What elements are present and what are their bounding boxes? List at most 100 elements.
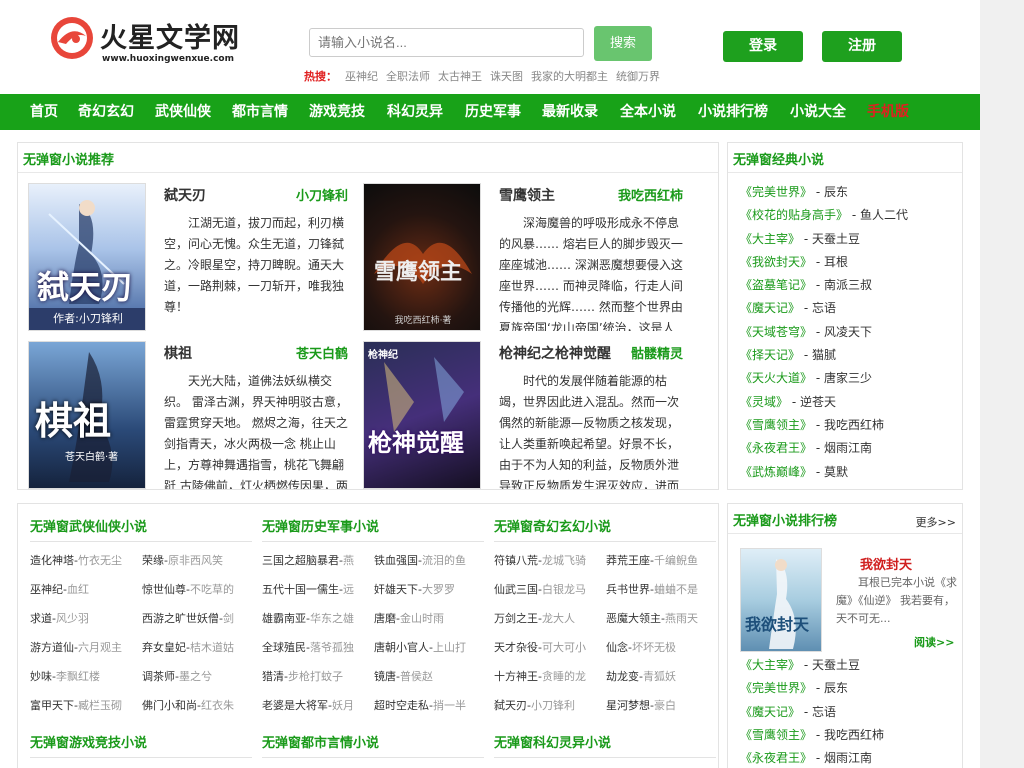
book-cover[interactable]: 棋祖 苍天白鹤·著 [28, 341, 146, 489]
read-link[interactable]: 阅读>> [914, 634, 954, 650]
book-title[interactable]: 雪鹰领主 [499, 185, 555, 205]
list-item[interactable]: 《魔天记》 - 忘语 [740, 297, 962, 320]
nav-item-ranking[interactable]: 小说排行榜 [698, 94, 768, 130]
nav-item-home[interactable]: 首页 [30, 94, 58, 130]
list-item[interactable]: 《天火大道》 - 唐家三少 [740, 367, 962, 390]
list-item[interactable]: 唐朝小官人-上山打 [374, 639, 484, 657]
list-item[interactable]: 求道-风少羽 [30, 610, 138, 628]
list-item[interactable]: 《大主宰》 - 天蚕土豆 [740, 228, 962, 251]
list-item[interactable]: 恶魔大领主-燕雨天 [606, 610, 716, 628]
nav-item-scifi[interactable]: 科幻灵异 [387, 94, 443, 130]
list-item[interactable]: 万剑之王-龙大人 [494, 610, 602, 628]
hot-search-item[interactable]: 太古神王 [438, 70, 482, 83]
list-item[interactable]: 奸雄天下-大罗罗 [374, 581, 484, 599]
list-item[interactable]: 《永夜君王》 - 烟雨江南 [740, 747, 962, 768]
list-item[interactable]: 《盗墓笔记》 - 南派三叔 [740, 274, 962, 297]
list-item[interactable]: 《永夜君王》 - 烟雨江南 [740, 437, 962, 460]
list-item[interactable]: 仙武三国-白银龙马 [494, 581, 602, 599]
book-author[interactable]: 小刀锋利 [296, 185, 348, 204]
list-item[interactable]: 唐磨-金山时雨 [374, 610, 484, 628]
nav-item-mobile[interactable]: 手机版 [867, 94, 909, 130]
list-item[interactable]: 荣缘-原非西风笑 [142, 552, 252, 570]
list-item[interactable]: 莽荒王座-千编鲵鱼 [606, 552, 716, 570]
nav-item-games[interactable]: 游戏竞技 [309, 94, 365, 130]
hot-search-item[interactable]: 全职法师 [386, 70, 430, 83]
list-item[interactable]: 仙念-坏坏无极 [606, 639, 716, 657]
nav-item-wuxia[interactable]: 武侠仙侠 [155, 94, 211, 130]
list-item[interactable]: 《完美世界》 - 辰东 [740, 181, 962, 204]
ranking-top-cover[interactable]: 我欲封天 [740, 548, 822, 652]
list-item[interactable]: 雄霸南亚-华东之雄 [262, 610, 370, 628]
book-title[interactable]: 枪神纪之枪神觉醒 [499, 343, 611, 363]
nav-item-history[interactable]: 历史军事 [465, 94, 521, 130]
list-item[interactable]: 惊世仙尊-不吃草的 [142, 581, 252, 599]
book-card[interactable]: 雪鹰领主 我吃西红柿·著 雪鹰领主 我吃西红柿 深海魔兽的呼吸形成永不停息的风暴… [363, 183, 683, 333]
list-item[interactable]: 镜唐-普侯赵 [374, 668, 484, 686]
list-item[interactable]: 星河梦想-豪白 [606, 697, 716, 715]
list-item[interactable]: 佛门小和尚-红衣朱 [142, 697, 252, 715]
category-block-wuxia: 无弹窗武侠仙侠小说 造化神塔-竹衣无尘 荣缘-原非西风笑 巫神纪-血红 惊世仙尊… [30, 514, 252, 724]
list-item[interactable]: 十方神王-贪睡的龙 [494, 668, 602, 686]
book-cover[interactable]: 雪鹰领主 我吃西红柿·著 [363, 183, 481, 331]
list-item[interactable]: 《魔天记》 - 忘语 [740, 701, 962, 724]
nav-item-urban[interactable]: 都市言情 [232, 94, 288, 130]
list-item[interactable]: 妙味-李飘红楼 [30, 668, 138, 686]
list-item[interactable]: 《天域苍穹》 - 风凌天下 [740, 321, 962, 344]
site-logo[interactable]: 火星文学网 www.huoxingwenxue.com [48, 14, 248, 68]
list-item[interactable]: 符镇八荒-龙城飞骑 [494, 552, 602, 570]
list-item[interactable]: 全球殖民-落爷孤独 [262, 639, 370, 657]
book-card[interactable]: 枪神纪 枪神觉醒 枪神纪之枪神觉醒 骷髅精灵 时代的发展伴随着能源的枯竭，世界因… [363, 341, 683, 491]
list-item[interactable]: 超时空走私-捎一半 [374, 697, 484, 715]
search-input[interactable] [309, 28, 584, 57]
list-item[interactable]: 五代十国一儒生-远 [262, 581, 370, 599]
list-item[interactable]: 《武炼巅峰》 - 莫默 [740, 461, 962, 484]
nav-item-fantasy[interactable]: 奇幻玄幻 [78, 94, 134, 130]
nav-item-all[interactable]: 小说大全 [790, 94, 846, 130]
list-item[interactable]: 三国之超脑暴君-燕 [262, 552, 370, 570]
book-author[interactable]: 苍天白鹤 [296, 343, 348, 362]
list-item[interactable]: 《灵域》 - 逆苍天 [740, 391, 962, 414]
list-item[interactable]: 调茶师-墨之兮 [142, 668, 252, 686]
list-item[interactable]: 《大主宰》 - 天蚕土豆 [740, 654, 962, 677]
list-item[interactable]: 弃女皇妃-桔木道姑 [142, 639, 252, 657]
list-item[interactable]: 《择天记》 - 猫腻 [740, 344, 962, 367]
list-item[interactable]: 老婆是大将军-妖月 [262, 697, 370, 715]
search-button[interactable]: 搜索 [594, 26, 652, 61]
nav-item-complete[interactable]: 全本小说 [620, 94, 676, 130]
book-author[interactable]: 骷髅精灵 [631, 343, 683, 362]
ranking-more-link[interactable]: 更多>> [916, 514, 956, 530]
list-item[interactable]: 猎清-步枪打蚊子 [262, 668, 370, 686]
list-item[interactable]: 《完美世界》 - 辰东 [740, 677, 962, 700]
book-cover[interactable]: 枪神纪 枪神觉醒 [363, 341, 481, 489]
hot-search-item[interactable]: 统御万界 [616, 70, 660, 83]
register-button[interactable]: 注册 [822, 31, 902, 62]
list-item[interactable]: 弑天刃-小刀锋利 [494, 697, 602, 715]
list-item[interactable]: 西游之旷世妖僧-剑 [142, 610, 252, 628]
list-item[interactable]: 游方道仙-六月观主 [30, 639, 138, 657]
book-author[interactable]: 我吃西红柿 [618, 185, 683, 204]
hot-search-item[interactable]: 我家的大明都主 [531, 70, 608, 83]
list-item[interactable]: 造化神塔-竹衣无尘 [30, 552, 138, 570]
window-scrollbar-track[interactable] [980, 0, 1024, 768]
book-title[interactable]: 弑天刃 [164, 185, 206, 205]
book-card[interactable]: 棋祖 苍天白鹤·著 棋祖 苍天白鹤 天光大陆，道佛法妖纵横交织。 雷泽古渊，界天… [28, 341, 348, 491]
list-item[interactable]: 《雪鹰领主》 - 我吃西红柿 [740, 724, 962, 747]
list-item[interactable]: 《我欲封天》 - 耳根 [740, 251, 962, 274]
list-item[interactable]: 富甲天下-臧栏玉砌 [30, 697, 138, 715]
login-button[interactable]: 登录 [723, 31, 803, 62]
list-item[interactable]: 铁血强国-流泪的鱼 [374, 552, 484, 570]
book-cover[interactable]: 弑天刃 作者:小刀锋利 [28, 183, 146, 331]
book-card[interactable]: 弑天刃 作者:小刀锋利 弑天刃 小刀锋利 江湖无道，拔刀而起，利刃横空，问心无愧… [28, 183, 348, 333]
hot-search-item[interactable]: 诛天图 [490, 70, 523, 83]
list-item[interactable]: 天才杂役-可大可小 [494, 639, 602, 657]
book-title[interactable]: 棋祖 [164, 343, 192, 363]
list-item[interactable]: 劫龙变-青狐妖 [606, 668, 716, 686]
list-item[interactable]: 巫神纪-血红 [30, 581, 138, 599]
list-item[interactable]: 《雪鹰领主》 - 我吃西红柿 [740, 414, 962, 437]
ranking-top-title[interactable]: 我欲封天 [860, 554, 912, 573]
list-item[interactable]: 《校花的贴身高手》 - 鱼人二代 [740, 204, 962, 227]
hot-search-item[interactable]: 巫神纪 [345, 70, 378, 83]
category-title: 无弹窗奇幻玄幻小说 [494, 514, 716, 542]
nav-item-latest[interactable]: 最新收录 [542, 94, 598, 130]
list-item[interactable]: 兵书世界-蛐蛐不是 [606, 581, 716, 599]
